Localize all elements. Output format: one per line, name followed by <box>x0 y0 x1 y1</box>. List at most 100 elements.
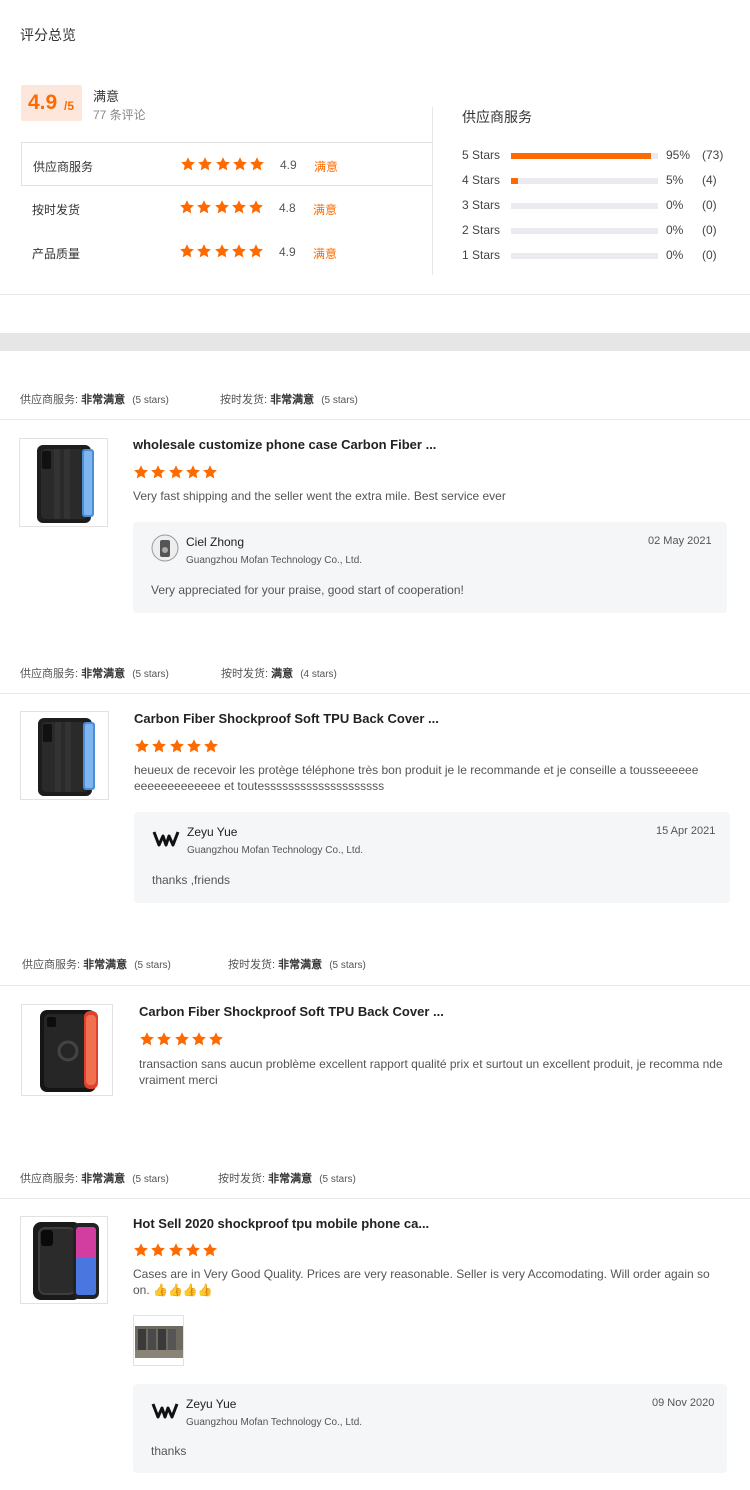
distribution-label: 5 Stars <box>462 148 501 162</box>
avatar <box>152 824 180 852</box>
distribution-count: (0) <box>702 198 717 212</box>
overall-score-badge: 4.9 /5 <box>21 85 82 121</box>
reply-company: Guangzhou Mofan Technology Co., Ltd. <box>187 845 364 856</box>
rating-overview-title: 评分总览 <box>20 27 76 43</box>
reply-company: Guangzhou Mofan Technology Co., Ltd. <box>186 555 363 566</box>
star-icon <box>231 199 247 215</box>
divider <box>0 419 750 420</box>
reply-date: 09 Nov 2020 <box>652 1397 715 1409</box>
meta-key: 供应商服务: <box>22 959 81 971</box>
star-icon <box>196 243 212 259</box>
score-row-status: 满意 <box>314 160 339 174</box>
meta-stars: (5 stars) <box>319 1174 356 1185</box>
divider <box>0 985 750 986</box>
star-icon <box>169 738 185 754</box>
score-row-value: 4.9 <box>279 245 296 259</box>
meta-key: 按时发货: <box>221 668 269 680</box>
product-title-link[interactable]: Carbon Fiber Shockproof Soft TPU Back Co… <box>139 1004 444 1019</box>
star-icon <box>185 464 201 480</box>
score-row-label: 产品质量 <box>32 247 81 261</box>
star-icon <box>215 156 231 172</box>
distribution-percent: 0% <box>666 223 684 237</box>
reply-date: 02 May 2021 <box>648 535 712 547</box>
meta-key: 按时发货: <box>218 1173 266 1185</box>
star-icon <box>249 156 265 172</box>
meta-value: 非常满意 <box>81 1173 126 1185</box>
meta-stars: (5 stars) <box>134 960 171 971</box>
star-icon <box>134 738 150 754</box>
product-title-link[interactable]: wholesale customize phone case Carbon Fi… <box>133 437 436 452</box>
meta-stars: (4 stars) <box>300 669 337 680</box>
star-icon <box>232 156 248 172</box>
star-icon <box>196 199 212 215</box>
product-thumbnail[interactable] <box>21 1004 113 1096</box>
meta-key: 按时发货: <box>228 959 276 971</box>
reply-date: 15 Apr 2021 <box>656 825 716 837</box>
review-meta: 供应商服务: 非常满意 (5 stars) <box>20 665 169 681</box>
distribution-bar <box>511 253 658 259</box>
star-rating <box>139 1031 225 1047</box>
supplier-reply: Zeyu Yue Guangzhou Mofan Technology Co.,… <box>133 1384 727 1473</box>
distribution-title: 供应商服务 <box>462 109 532 125</box>
meta-stars: (5 stars) <box>132 1174 169 1185</box>
reply-author: Zeyu Yue <box>186 1397 237 1411</box>
reply-company: Guangzhou Mofan Technology Co., Ltd. <box>186 1417 363 1428</box>
distribution-count: (0) <box>702 223 717 237</box>
star-icon <box>231 243 247 259</box>
review-photo[interactable] <box>133 1315 184 1366</box>
review-meta: 供应商服务: 非常满意 (5 stars) <box>20 1170 169 1186</box>
star-icon <box>156 1031 172 1047</box>
distribution-bar-fill <box>511 153 651 159</box>
section-separator <box>0 333 750 351</box>
product-thumbnail[interactable] <box>20 1216 108 1304</box>
star-icon <box>202 464 218 480</box>
review-photo-image <box>134 1316 183 1365</box>
meta-key: 供应商服务: <box>20 668 79 680</box>
meta-key: 供应商服务: <box>20 1173 79 1185</box>
star-rating <box>134 738 220 754</box>
meta-value: 非常满意 <box>81 668 126 680</box>
review-text: heueux de recevoir les protège téléphone… <box>134 763 699 793</box>
product-thumbnail[interactable] <box>20 711 109 800</box>
product-title-link[interactable]: Carbon Fiber Shockproof Soft TPU Back Co… <box>134 711 439 726</box>
phone-case-image <box>38 718 95 796</box>
score-row-label: 按时发货 <box>32 203 81 217</box>
meta-value: 满意 <box>271 668 294 680</box>
score-row-product-quality[interactable]: 产品质量 4.9 满意 <box>21 230 433 274</box>
star-rating <box>179 243 265 259</box>
star-icon <box>191 1031 207 1047</box>
star-icon <box>197 156 213 172</box>
product-title-link[interactable]: Hot Sell 2020 shockproof tpu mobile phon… <box>133 1216 429 1231</box>
meta-value: 非常满意 <box>83 959 128 971</box>
score-row-supplier-service[interactable]: 供应商服务 4.9 满意 <box>21 142 433 186</box>
reply-author: Zeyu Yue <box>187 825 238 839</box>
star-icon <box>168 464 184 480</box>
star-icon <box>248 243 264 259</box>
review-meta: 按时发货: 满意 (4 stars) <box>221 665 337 681</box>
distribution-label: 2 Stars <box>462 223 501 237</box>
distribution-row: 4 Stars 5% (4) <box>462 173 732 189</box>
distribution-bar <box>511 228 658 234</box>
star-rating <box>133 1242 219 1258</box>
phone-case-image <box>40 1010 98 1092</box>
overall-satisfaction: 满意 <box>93 89 120 104</box>
distribution-label: 4 Stars <box>462 173 501 187</box>
product-thumbnail[interactable] <box>19 438 108 527</box>
distribution-label: 1 Stars <box>462 248 501 262</box>
review-meta: 供应商服务: 非常满意 (5 stars) <box>20 391 169 407</box>
divider <box>0 693 750 694</box>
star-icon <box>180 156 196 172</box>
review-text: Very fast shipping and the seller went t… <box>133 489 506 503</box>
score-row-on-time-delivery[interactable]: 按时发货 4.8 满意 <box>21 186 433 230</box>
divider <box>0 1198 750 1199</box>
avatar <box>151 1396 179 1424</box>
review-meta: 按时发货: 非常满意 (5 stars) <box>220 391 358 407</box>
distribution-bar <box>511 178 658 184</box>
star-icon <box>174 1031 190 1047</box>
distribution-row: 1 Stars 0% (0) <box>462 248 732 264</box>
distribution-row: 2 Stars 0% (0) <box>462 223 732 239</box>
distribution-label: 3 Stars <box>462 198 501 212</box>
distribution-count: (73) <box>702 148 724 162</box>
score-row-status: 满意 <box>313 203 338 217</box>
star-icon <box>203 738 219 754</box>
